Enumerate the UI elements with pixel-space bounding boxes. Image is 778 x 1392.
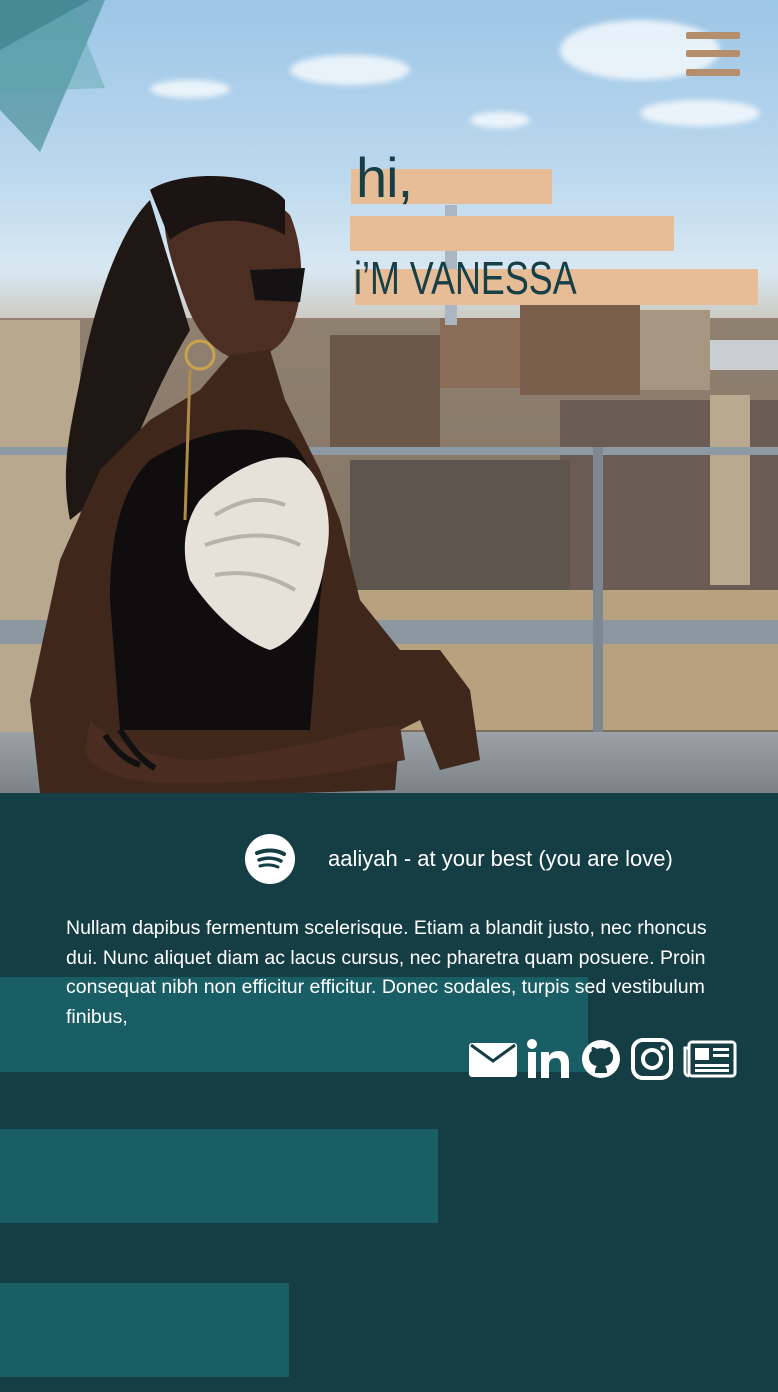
- decorative-bar: [0, 1283, 289, 1377]
- page: hi, i’M VANESSA aaliyah - at your best (…: [0, 0, 778, 1392]
- linkedin-icon[interactable]: [527, 1039, 571, 1079]
- track-title: aaliyah - at your best (you are love): [328, 846, 673, 871]
- name-heading: i’M VANESSA: [354, 252, 577, 304]
- decorative-bar: [0, 1129, 438, 1223]
- social-links: [469, 1038, 747, 1080]
- hero-photo: hi, i’M VANESSA: [0, 0, 778, 793]
- now-playing[interactable]: aaliyah - at your best (you are love): [245, 833, 673, 885]
- menu-bar: [686, 69, 740, 76]
- newspaper-icon[interactable]: [683, 1040, 737, 1078]
- instagram-icon[interactable]: [631, 1038, 673, 1080]
- github-icon[interactable]: [581, 1039, 621, 1079]
- spotify-icon: [245, 834, 295, 884]
- menu-bar: [686, 50, 740, 57]
- envelope-icon[interactable]: [469, 1041, 517, 1077]
- greeting-heading: hi,: [356, 146, 413, 209]
- highlight-block: [350, 216, 674, 251]
- bio-text: Nullam dapibus fermentum scelerisque. Et…: [66, 917, 707, 1028]
- decorative-shard: [0, 0, 105, 152]
- menu-button[interactable]: [686, 32, 742, 80]
- menu-bar: [686, 32, 740, 39]
